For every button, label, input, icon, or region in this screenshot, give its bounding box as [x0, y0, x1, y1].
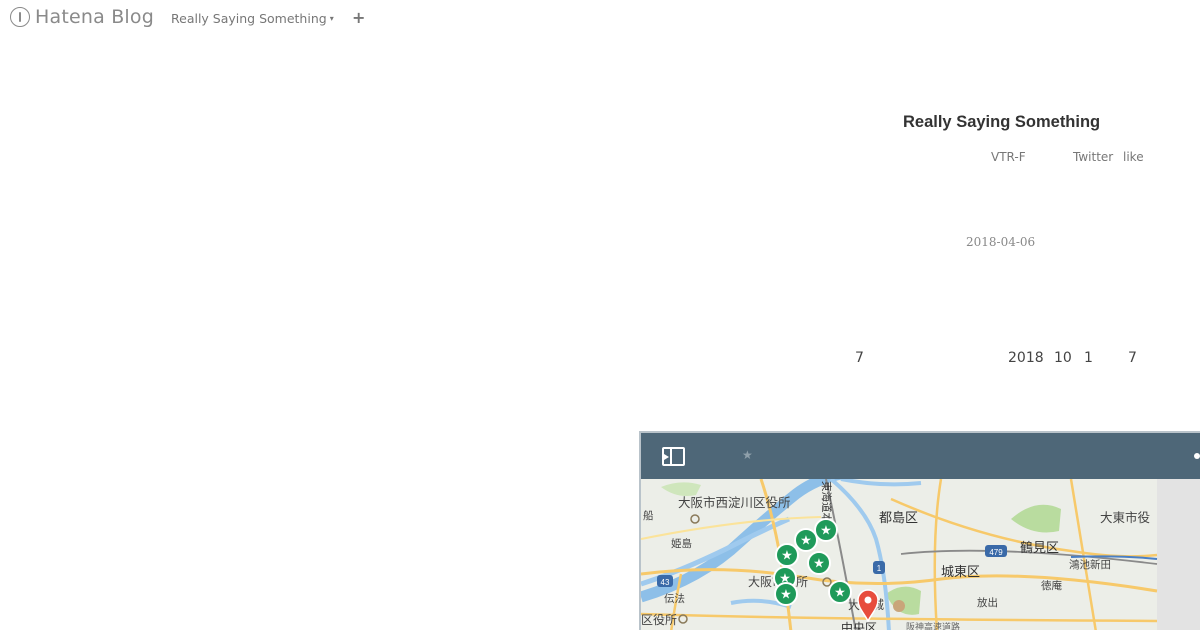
sidebar-toggle-icon[interactable]	[662, 447, 685, 466]
osaka-castle-icon	[893, 600, 905, 612]
brand-name: Hatena Blog	[35, 6, 154, 28]
number-b: 7	[1128, 350, 1137, 366]
svg-text:★: ★	[781, 549, 793, 564]
map-label-yakusho: 区役所	[641, 612, 677, 627]
map-label-nishiyodogawa: 大阪市西淀川区役所	[678, 495, 791, 510]
link-twitter[interactable]: Twitter	[1073, 150, 1113, 164]
add-button[interactable]: +	[352, 8, 365, 27]
map-label-hanshin: 阪神高速道路	[906, 621, 960, 630]
star-marker-icon[interactable]: ★	[774, 582, 798, 606]
map-label-tsurumi: 鶴見区	[1020, 540, 1059, 556]
blog-switcher[interactable]: Really Saying Something ▾	[171, 11, 334, 26]
link-like[interactable]: like	[1123, 150, 1144, 164]
map-label-miyakojima: 都島区	[879, 511, 918, 526]
svg-text:★: ★	[780, 588, 792, 603]
map-toolbar: ★	[641, 433, 1200, 479]
map-label-himeshima: 姫島	[671, 537, 692, 550]
map-view[interactable]: 43 479 1 大阪市西淀川区役所 都島区 大東市役 鶴見区 城東区 姫島 大…	[641, 479, 1200, 630]
hatena-blog-logo[interactable]: Hatena Blog	[10, 6, 154, 28]
map-label-tokuan: 徳庵	[1041, 579, 1063, 592]
top-bar: Hatena Blog Really Saying Something ▾ +	[0, 0, 1200, 38]
star-marker-icon[interactable]: ★	[828, 580, 852, 604]
star-marker-icon[interactable]: ★	[807, 551, 831, 575]
svg-text:★: ★	[834, 586, 846, 601]
star-marker-icon[interactable]: ★	[814, 518, 838, 542]
hatena-logo-icon	[10, 7, 30, 27]
share-icon[interactable]	[1194, 453, 1200, 459]
blog-switcher-label: Really Saying Something	[171, 11, 327, 26]
route-479-label: 479	[989, 548, 1003, 557]
map-label-hanaten: 放出	[977, 596, 998, 609]
route-1-label: 1	[877, 564, 882, 573]
svg-text:★: ★	[820, 524, 832, 539]
number-month: 10	[1054, 350, 1072, 366]
svg-text:★: ★	[813, 557, 825, 572]
map-label-fune: 船	[643, 509, 654, 522]
entry-date[interactable]: 2018-04-06	[966, 235, 1035, 249]
number-a: 7	[855, 350, 864, 366]
caret-down-icon: ▾	[329, 14, 334, 23]
svg-text:★: ★	[800, 534, 812, 549]
map-panel: ★ 43 479 1 大阪市西淀川区役所 都島区 大東市役 鶴見区 城東区 姫島…	[639, 431, 1200, 630]
route-43-label: 43	[661, 578, 670, 587]
map-label-daito: 大東市役	[1100, 510, 1150, 525]
blog-title[interactable]: Really Saying Something	[903, 113, 1100, 132]
star-marker-icon[interactable]: ★	[794, 528, 818, 552]
number-year: 2018	[1008, 350, 1044, 366]
star-icon[interactable]: ★	[742, 448, 753, 462]
map-label-kounoike: 鴻池新田	[1069, 558, 1111, 571]
map-label-denpo: 伝法	[664, 592, 685, 605]
link-vtr-f[interactable]: VTR-F	[991, 150, 1026, 164]
star-marker-icon[interactable]: ★	[775, 543, 799, 567]
map-label-joto: 城東区	[941, 564, 980, 580]
page: Hatena Blog Really Saying Something ▾ + …	[0, 0, 1200, 630]
map-label-chuo: 中央区	[841, 620, 877, 630]
number-day: 1	[1084, 350, 1093, 366]
